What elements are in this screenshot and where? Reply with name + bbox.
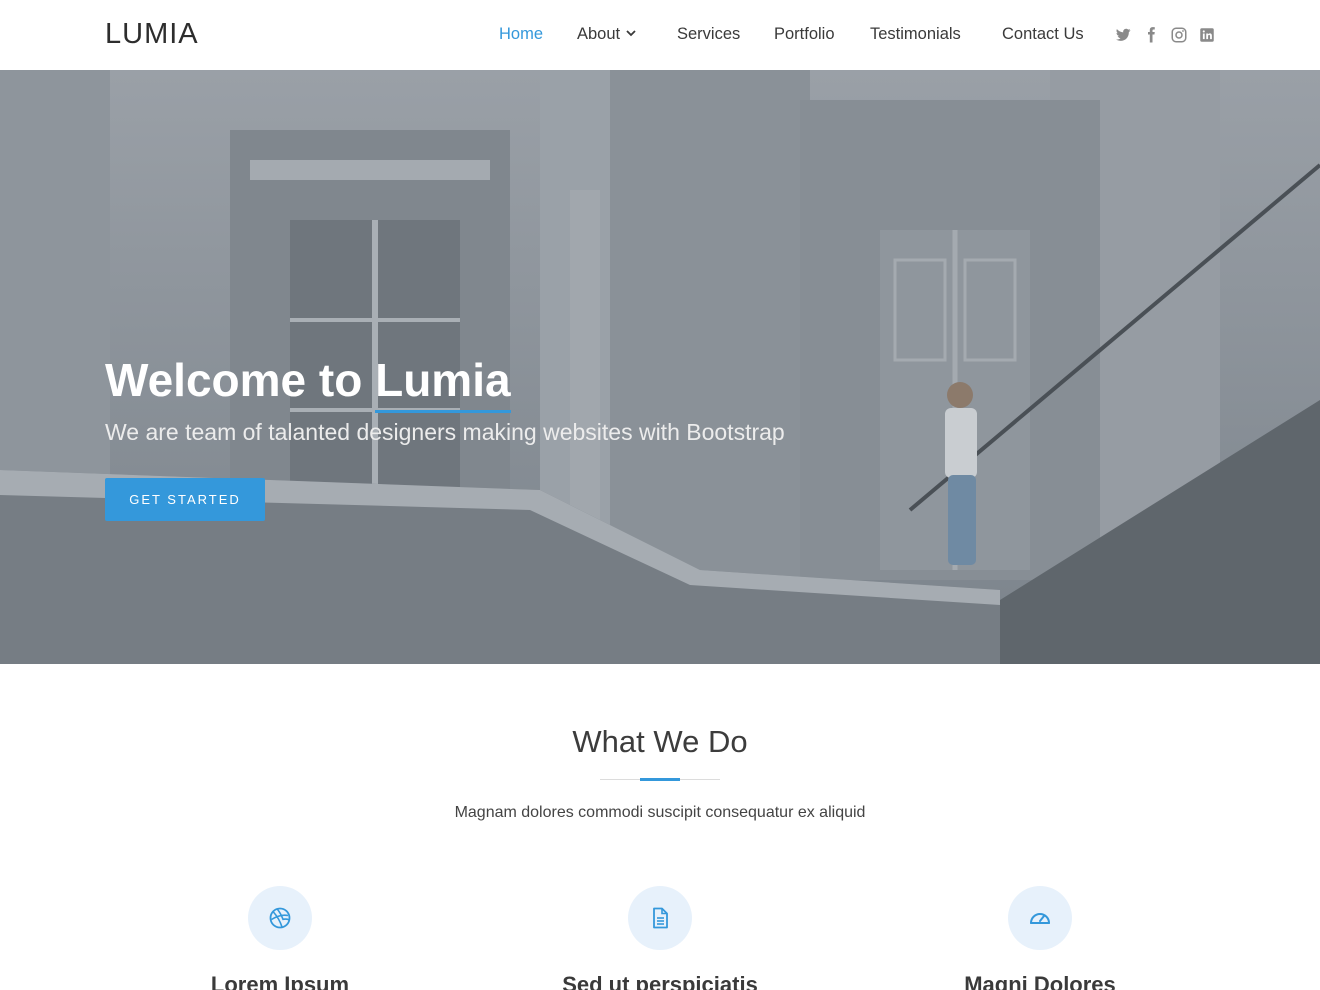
nav-portfolio[interactable]: Portfolio (774, 25, 835, 44)
instagram-icon[interactable] (1170, 26, 1188, 44)
service-title: Magni Dolores (964, 972, 1116, 990)
speedometer-icon (1030, 913, 1050, 924)
nav-contact-us[interactable]: Contact Us (1002, 25, 1084, 44)
service-icon-circle (248, 886, 312, 950)
section-title: What We Do (572, 724, 748, 759)
service-title: Sed ut perspiciatis (562, 972, 758, 990)
hero-title-prefix: Welcome to (105, 354, 363, 406)
document-icon (653, 907, 668, 929)
nav-testimonials[interactable]: Testimonials (870, 25, 961, 44)
nav-services[interactable]: Services (677, 25, 740, 44)
hero-section: Welcome to Lumia We are team of talanted… (0, 70, 1320, 664)
facebook-icon[interactable] (1142, 26, 1160, 44)
section-subtitle: Magnam dolores commodi suscipit consequa… (454, 804, 866, 821)
site-header: LUMIA Home About Services Portfolio Test… (0, 0, 1320, 70)
service-icon-circle (1008, 886, 1072, 950)
linkedin-icon[interactable] (1198, 26, 1216, 44)
dribbble-icon (269, 907, 291, 929)
nav-home[interactable]: Home (499, 25, 543, 44)
get-started-button[interactable]: GET STARTED (105, 478, 265, 521)
logo[interactable]: LUMIA (105, 18, 199, 51)
service-icon-circle (628, 886, 692, 950)
hero-title-brand: Lumia (375, 354, 512, 413)
chevron-down-icon (626, 30, 636, 37)
nav-about-label: About (577, 25, 621, 43)
hero-title: Welcome to Lumia (105, 353, 512, 413)
hero-subtitle: We are team of talanted designers making… (105, 419, 785, 445)
nav-about[interactable]: About (577, 25, 636, 44)
twitter-icon[interactable] (1114, 26, 1132, 44)
section-divider-accent (640, 778, 680, 781)
service-title: Lorem Ipsum (210, 972, 350, 990)
